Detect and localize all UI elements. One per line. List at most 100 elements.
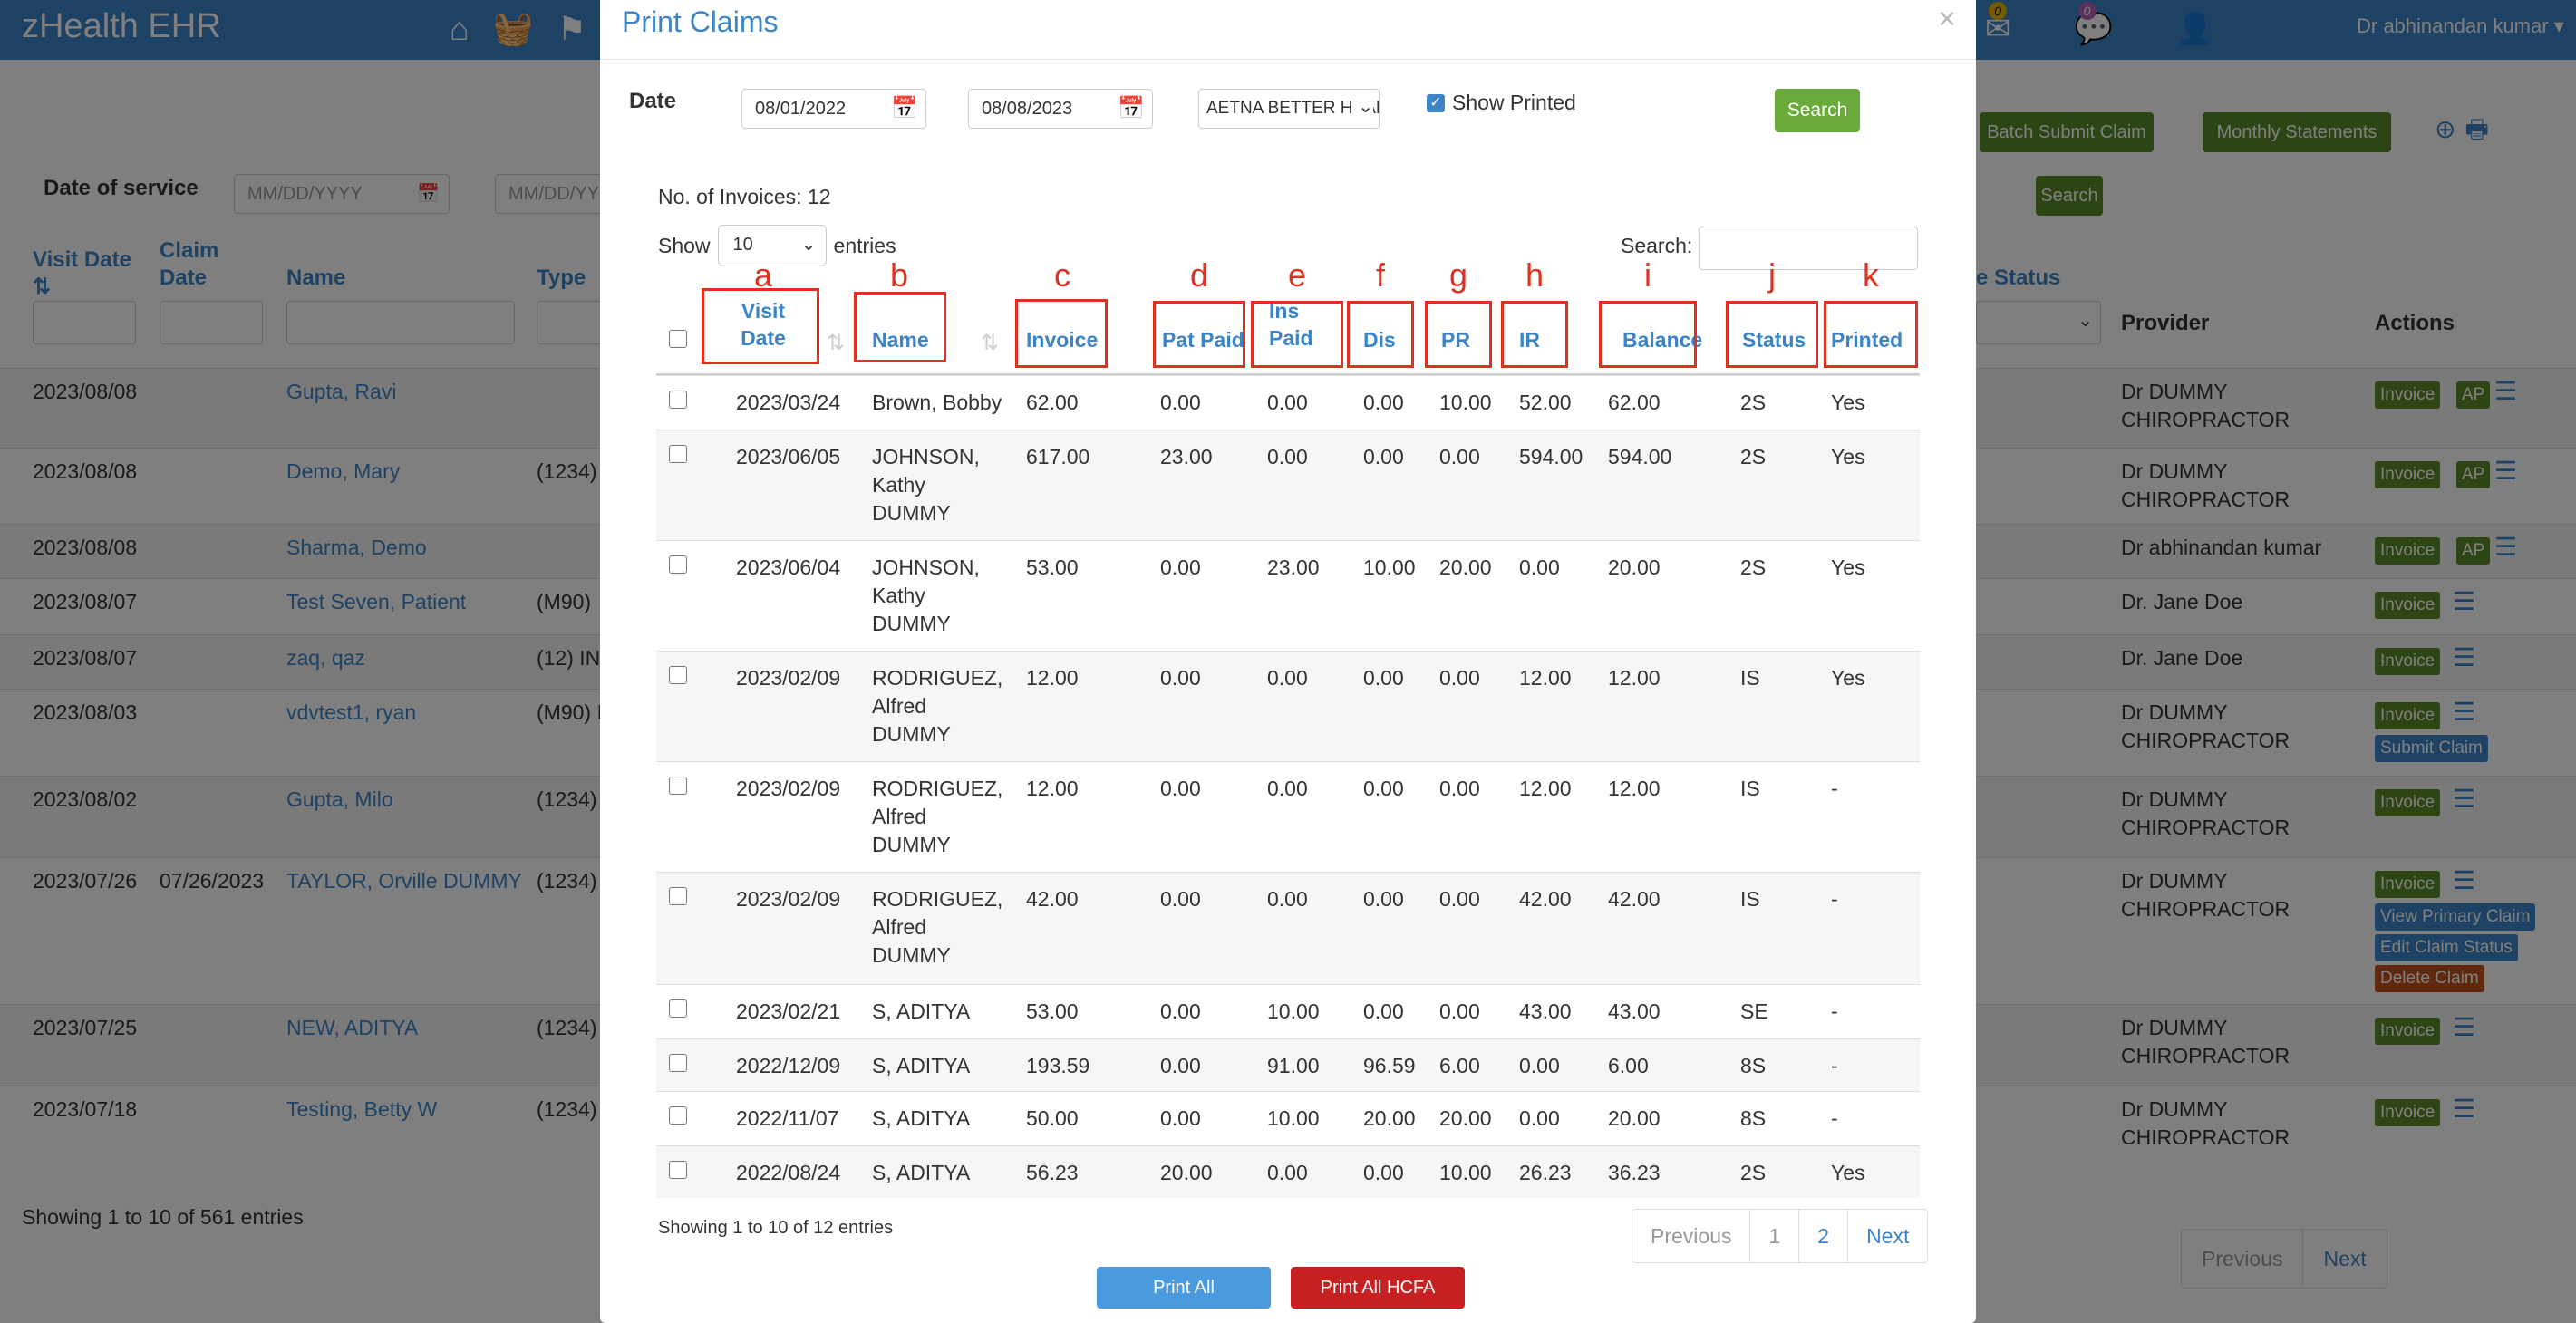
calendar-icon[interactable]: 📅	[1118, 95, 1145, 121]
cell-pr: 0.00	[1439, 445, 1480, 468]
cell-ir: 12.00	[1519, 777, 1572, 800]
chevron-down-icon: ⌄	[800, 235, 817, 255]
cell-ins-paid: 0.00	[1267, 666, 1308, 690]
cell-name-line: DUMMY	[872, 943, 951, 967]
show-printed-checkbox[interactable]: ✓	[1427, 93, 1445, 112]
cell-name-line: Alfred	[872, 915, 927, 939]
cell-name-line: DUMMY	[872, 501, 951, 525]
cell-name-line: JOHNSON,	[872, 555, 980, 579]
row-checkbox[interactable]	[669, 666, 687, 684]
cell-pr: 10.00	[1439, 1161, 1492, 1184]
modal-previous-button[interactable]: Previous	[1632, 1210, 1749, 1262]
cell-name-line: S, ADITYA	[872, 1106, 971, 1130]
print-all-button[interactable]: Print All	[1097, 1267, 1271, 1309]
date-from-value: 08/01/2022	[755, 99, 847, 119]
modal-table-footer: Showing 1 to 10 of 12 entries	[658, 1218, 894, 1238]
cell-name-line: RODRIGUEZ,	[872, 887, 1003, 911]
cell-pr: 0.00	[1439, 887, 1480, 911]
claim-row: 2022/11/07 50.00 0.00 10.00 20.00 20.00 0.00 20…	[656, 1091, 1920, 1145]
claim-row: 2023/02/09 12.00 0.00 0.00 0.00 0.00 12.00 12.0…	[656, 761, 1920, 872]
row-checkbox[interactable]	[669, 887, 687, 905]
cell-pat-paid: 0.00	[1160, 887, 1201, 911]
cell-ins-paid: 91.00	[1267, 1054, 1320, 1077]
cell-ir: 0.00	[1519, 555, 1560, 579]
cell-status: 2S	[1740, 445, 1767, 468]
select-all-checkbox[interactable]	[669, 330, 687, 348]
row-checkbox[interactable]	[669, 1161, 687, 1179]
claim-row: 2022/08/24 56.23 20.00 0.00 0.00 10.00 26.23 36…	[656, 1145, 1920, 1198]
cell-pat-paid: 20.00	[1160, 1161, 1213, 1184]
cell-dis: 0.00	[1363, 777, 1404, 800]
row-checkbox[interactable]	[669, 999, 687, 1018]
row-checkbox[interactable]	[669, 777, 687, 795]
entries-value: 10	[732, 235, 753, 255]
claim-row: 2023/06/04 53.00 0.00 23.00 10.00 20.00 0.00 20…	[656, 540, 1920, 651]
cell-dis: 20.00	[1363, 1106, 1416, 1130]
sort-icon[interactable]: ⇅	[827, 330, 845, 356]
table-search-label: Search:	[1621, 234, 1693, 257]
cell-dis: 0.00	[1363, 887, 1404, 911]
cell-visit-date: 2023/02/09	[736, 777, 841, 800]
cell-dis: 96.59	[1363, 1054, 1416, 1077]
modal-page-2-button[interactable]: 2	[1798, 1210, 1847, 1262]
cell-pat-paid: 0.00	[1160, 391, 1201, 414]
annotation-box-k	[1824, 301, 1918, 368]
cell-invoice: 53.00	[1026, 555, 1079, 579]
cell-name: RODRIGUEZ, Alfred DUMMY	[872, 664, 1002, 748]
cell-balance: 6.00	[1608, 1054, 1649, 1077]
cell-pr: 20.00	[1439, 555, 1492, 579]
calendar-icon[interactable]: 📅	[891, 95, 918, 121]
cell-pat-paid: 0.00	[1160, 1106, 1201, 1130]
modal-header: Print Claims ×	[600, 0, 1976, 60]
cell-invoice: 12.00	[1026, 777, 1079, 800]
cell-printed: -	[1831, 1054, 1838, 1077]
claim-row: 2023/02/09 12.00 0.00 0.00 0.00 0.00 12.00 12.0…	[656, 651, 1920, 761]
cell-ins-paid: 10.00	[1267, 1106, 1320, 1130]
claim-row: 2023/06/05 617.00 23.00 0.00 0.00 0.00 594.00 5…	[656, 430, 1920, 540]
cell-ins-paid: 0.00	[1267, 887, 1308, 911]
annotation-box-e	[1251, 301, 1343, 368]
print-all-hcfa-button[interactable]: Print All HCFA	[1291, 1267, 1465, 1309]
sort-icon[interactable]: ⇅	[981, 330, 999, 356]
annotation-box-a	[702, 288, 819, 364]
row-checkbox[interactable]	[669, 555, 687, 574]
search-button[interactable]: Search	[1775, 89, 1860, 132]
cell-name: RODRIGUEZ, Alfred DUMMY	[872, 775, 1002, 859]
insurance-select[interactable]: AETNA BETTER HEALTH⌄	[1198, 89, 1380, 129]
cell-ins-paid: 0.00	[1267, 445, 1308, 468]
cell-balance: 43.00	[1608, 999, 1661, 1023]
modal-page-1-button[interactable]: 1	[1749, 1210, 1798, 1262]
cell-pr: 0.00	[1439, 666, 1480, 690]
cell-ir: 0.00	[1519, 1054, 1560, 1077]
row-checkbox[interactable]	[669, 1054, 687, 1072]
cell-pat-paid: 0.00	[1160, 999, 1201, 1023]
cell-name: S, ADITYA	[872, 1052, 970, 1080]
row-checkbox[interactable]	[669, 445, 687, 463]
annotation-box-j	[1726, 301, 1818, 368]
annotation-letter-a: a	[753, 256, 773, 294]
date-to-input[interactable]: 08/08/2023 📅	[968, 89, 1153, 129]
cell-ir: 594.00	[1519, 445, 1583, 468]
show-printed-toggle[interactable]: ✓ Show Printed	[1427, 91, 1576, 115]
row-checkbox[interactable]	[669, 1106, 687, 1125]
cell-invoice: 12.00	[1026, 666, 1079, 690]
cell-invoice: 42.00	[1026, 887, 1079, 911]
date-from-input[interactable]: 08/01/2022 📅	[741, 89, 926, 129]
cell-balance: 12.00	[1608, 666, 1661, 690]
cell-visit-date: 2022/11/07	[736, 1106, 839, 1130]
cell-visit-date: 2022/08/24	[736, 1161, 841, 1184]
cell-dis: 0.00	[1363, 445, 1404, 468]
row-checkbox[interactable]	[669, 391, 687, 409]
cell-status: IS	[1740, 887, 1760, 911]
cell-dis: 0.00	[1363, 999, 1404, 1023]
cell-name: JOHNSON, Kathy DUMMY	[872, 443, 980, 527]
cell-ir: 12.00	[1519, 666, 1572, 690]
modal-next-button[interactable]: Next	[1847, 1210, 1927, 1262]
cell-balance: 62.00	[1608, 391, 1661, 414]
cell-balance: 20.00	[1608, 555, 1661, 579]
claim-row: 2022/12/09 193.59 0.00 91.00 96.59 6.00 0.00 6.…	[656, 1038, 1920, 1091]
close-icon[interactable]: ×	[1938, 2, 1956, 37]
cell-status: IS	[1740, 777, 1760, 800]
cell-balance: 20.00	[1608, 1106, 1661, 1130]
cell-ir: 0.00	[1519, 1106, 1560, 1130]
